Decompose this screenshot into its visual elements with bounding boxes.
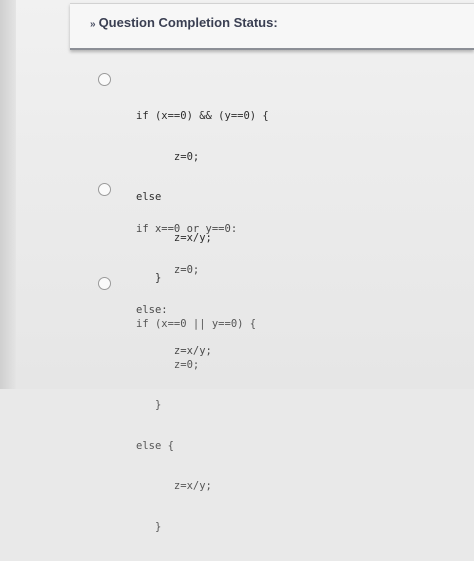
code-line: } [136, 520, 162, 533]
status-title-text: Question Completion Status: [98, 15, 278, 30]
code-line: z=0; [136, 358, 200, 371]
radio-button-option-3[interactable] [98, 277, 111, 290]
chevron-icon: » [90, 19, 96, 30]
radio-button-option-1[interactable] [98, 73, 111, 86]
code-line: z=0; [136, 150, 200, 163]
radio-button-option-2[interactable] [98, 183, 111, 196]
code-line: else { [136, 439, 174, 452]
status-title: » Question Completion Status: [90, 15, 278, 30]
window-left-edge [0, 0, 16, 389]
code-snippet-3: if (x==0 || y==0) { z=0; } else { z=x/y;… [136, 291, 256, 561]
code-line: if x==0 or y==0: [136, 223, 238, 235]
code-line: z=0; [136, 263, 200, 276]
question-completion-status-bar[interactable]: » Question Completion Status: [70, 3, 474, 50]
code-line: z=x/y; [136, 480, 212, 492]
code-line: if (x==0 || y==0) { [136, 318, 257, 330]
code-line: if (x==0) && (y==0) { [136, 110, 269, 122]
code-line: } [136, 399, 162, 411]
